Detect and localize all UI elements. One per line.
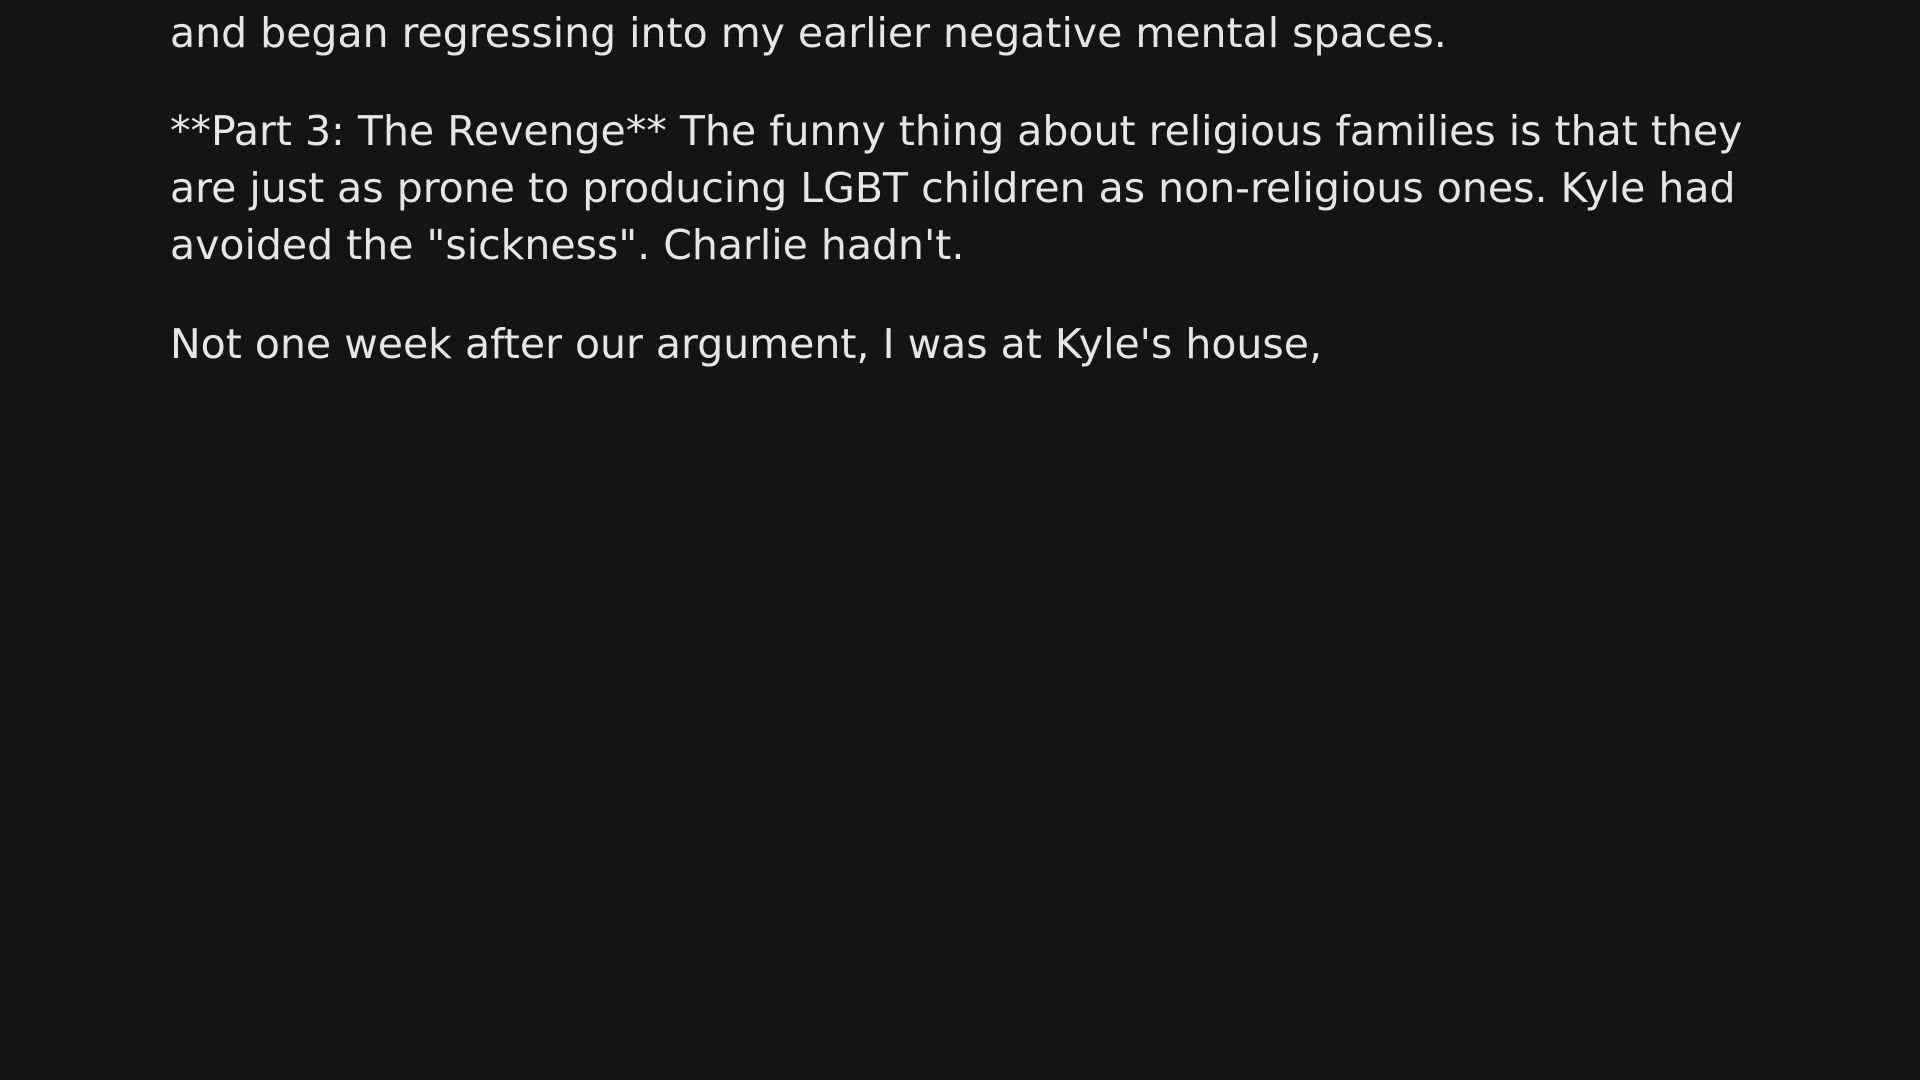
reading-view: and began regressing into my earlier neg… (0, 0, 1920, 1080)
story-paragraph-1: and began regressing into my earlier neg… (170, 5, 1447, 62)
story-line: and began regressing into my earlier neg… (170, 9, 1447, 57)
story-line: are just as prone to producing LGBT chil… (170, 164, 1736, 212)
story-line: **Part 3: The Revenge** The funny thing … (170, 107, 1743, 155)
story-line: avoided the "sickness". Charlie hadn't. (170, 221, 965, 269)
story-paragraph-3: Not one week after our argument, I was a… (170, 316, 1322, 373)
story-line: Not one week after our argument, I was a… (170, 320, 1323, 368)
story-paragraph-2: **Part 3: The Revenge** The funny thing … (170, 103, 1742, 274)
